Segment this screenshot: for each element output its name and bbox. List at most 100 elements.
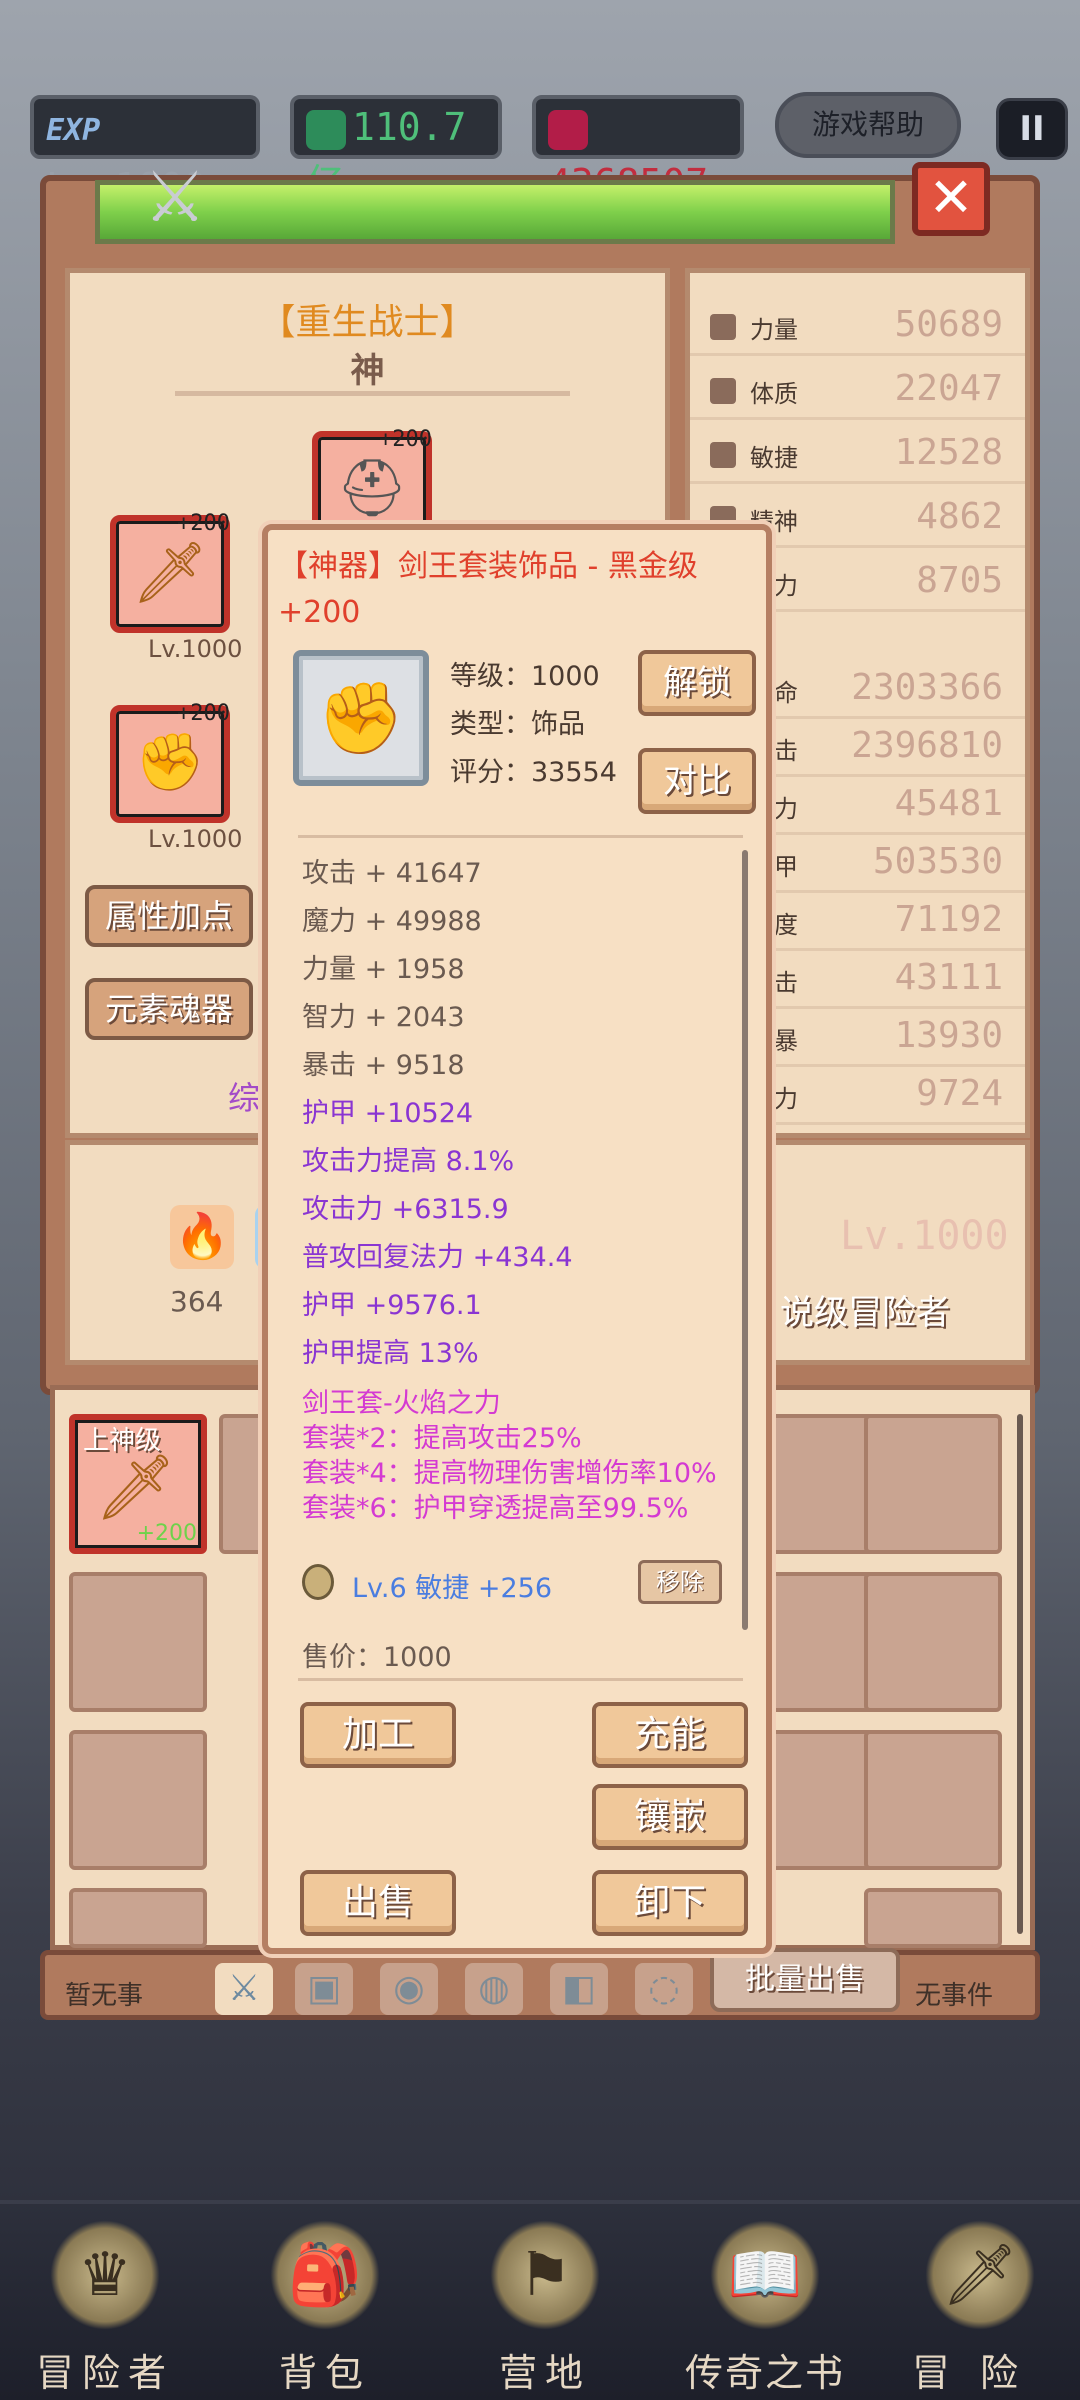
level-pill: EXP Lv.1000: [30, 95, 260, 209]
fire-element-icon[interactable]: 🔥: [170, 1205, 234, 1269]
stat-row: 敏捷 12528: [690, 426, 1025, 484]
set-bonus-block: 剑王套-火焰之力 套装*2：提高攻击25% 套装*4：提高物理伤害增伤率10% …: [302, 1386, 722, 1526]
sell-button[interactable]: 出售: [300, 1870, 456, 1936]
attribute-list[interactable]: 攻击 + 41647 魔力 + 49988 力量 + 1958 智力 + 204…: [302, 850, 722, 1635]
pause-button[interactable]: II: [996, 98, 1068, 160]
extra-attribute: 护甲提高 13%: [302, 1338, 479, 1369]
boot-icon: [710, 442, 736, 468]
item-type: 类型：饰品: [450, 709, 585, 740]
unlock-button[interactable]: 解锁: [638, 650, 756, 716]
base-attribute: 力量 + 1958: [302, 954, 465, 985]
nav-adventurer[interactable]: ♛ 冒险者: [15, 2220, 195, 2395]
strength-icon: [710, 314, 736, 340]
inventory-item-sword[interactable]: 上神级 🗡 +200: [69, 1414, 207, 1554]
set-bonus: 套装*6：护甲穿透提高至99.5%: [302, 1493, 689, 1524]
slot-plus: +200: [177, 511, 230, 536]
stat-value: 43111: [894, 957, 1003, 998]
stat-value: 503530: [872, 841, 1003, 882]
base-attribute: 暴击 + 9518: [302, 1050, 465, 1081]
sword-nav-icon: 🗡: [925, 2220, 1035, 2330]
fire-element-count: 364: [170, 1285, 224, 1318]
charge-button[interactable]: 充能: [592, 1702, 748, 1768]
tab-armor-icon[interactable]: ▣: [295, 1963, 353, 2015]
item-title: 【神器】剑王套装饰品 - 黑金级 +200: [278, 549, 698, 630]
base-attribute: 魔力 + 49988: [302, 906, 482, 937]
camp-banner-icon: ⚑: [490, 2220, 600, 2330]
divider: [298, 835, 743, 838]
set-bonus: 套装*2：提高攻击25%: [302, 1423, 582, 1454]
extra-attribute: 攻击力提高 8.1%: [302, 1146, 515, 1177]
stat-value: 2303366: [851, 667, 1003, 708]
gem-text: Lv.6 敏捷 +256: [352, 1573, 553, 1604]
stat-value: 4862: [916, 496, 1003, 537]
inlay-button[interactable]: 镶嵌: [592, 1784, 748, 1850]
slot-level: Lv.1000: [148, 635, 243, 663]
gem-icon: [302, 1564, 334, 1600]
stat-value: 8705: [916, 560, 1003, 601]
nav-backpack[interactable]: 🎒 背包: [235, 2220, 415, 2395]
stat-value: 22047: [894, 368, 1003, 409]
unequip-button[interactable]: 卸下: [592, 1870, 748, 1936]
stat-value: 45481: [894, 783, 1003, 824]
inventory-slot[interactable]: [864, 1414, 1002, 1554]
equip-slot-gloves[interactable]: +200 ✊: [110, 701, 230, 823]
slot-level: Lv.1000: [148, 825, 243, 853]
divider: [298, 1678, 743, 1681]
nav-label: 冒险: [911, 2351, 1048, 2395]
base-attribute: 攻击 + 41647: [302, 858, 482, 889]
batch-sell-button[interactable]: 批量出售: [710, 1948, 900, 2012]
nav-adventure[interactable]: 🗡 冒险: [890, 2220, 1070, 2395]
heart-icon: [710, 378, 736, 404]
base-attribute: 智力 + 2043: [302, 1002, 465, 1033]
slot-plus: +200: [177, 701, 230, 726]
nav-label: 背包: [278, 2351, 371, 2395]
nav-label: 冒险者: [35, 2351, 174, 2395]
nav-label: 传奇之书: [684, 2351, 845, 2395]
process-button[interactable]: 加工: [300, 1702, 456, 1768]
inventory-scrollbar[interactable]: [1017, 1414, 1023, 1934]
inventory-slot[interactable]: [864, 1730, 1002, 1870]
inventory-slot[interactable]: [864, 1888, 1002, 1948]
inventory-slot[interactable]: [69, 1730, 207, 1870]
gold-pill: 110.7亿: [290, 95, 502, 205]
game-help-button[interactable]: 游戏帮助: [775, 92, 961, 158]
inventory-slot[interactable]: [864, 1572, 1002, 1712]
item-plus-label: +200: [136, 1521, 197, 1546]
item-level: 等级：1000: [450, 661, 600, 692]
set-bonus: 套装*4：提高物理伤害增伤率10%: [302, 1458, 717, 1489]
set-name: 剑王套-火焰之力: [302, 1388, 501, 1419]
element-soul-button[interactable]: 元素魂器: [85, 978, 253, 1040]
sword-icon: 🗡: [95, 1451, 177, 1525]
stat-name: 力量: [750, 316, 798, 344]
inventory-slot[interactable]: [69, 1572, 207, 1712]
stat-value: 13930: [894, 1015, 1003, 1056]
compare-button[interactable]: 对比: [638, 748, 756, 814]
title-divider: [175, 391, 570, 396]
nav-camp[interactable]: ⚑ 营地: [455, 2220, 635, 2395]
exp-badge: EXP: [46, 113, 101, 148]
attribute-scrollbar[interactable]: [742, 850, 748, 1630]
ruby-icon: [548, 109, 588, 150]
close-button[interactable]: ✕: [912, 162, 990, 236]
stat-value: 9724: [916, 1073, 1003, 1114]
slot-plus: +200: [379, 427, 432, 452]
tab-chest-icon[interactable]: ◍: [465, 1963, 523, 2015]
gloves-icon: ✊: [135, 730, 205, 795]
crown-icon: ♛: [50, 2220, 160, 2330]
inventory-slot[interactable]: [69, 1888, 207, 1948]
tab-ring-icon[interactable]: ◌: [635, 1963, 693, 2015]
equip-slot-weapon[interactable]: +200 🗡: [110, 511, 230, 633]
tab-weapon-icon[interactable]: ⚔: [215, 1963, 273, 2015]
tab-helmet-icon[interactable]: ◉: [380, 1963, 438, 2015]
extra-attribute: 护甲 +9576.1: [302, 1290, 482, 1321]
socketed-gem: Lv.6 敏捷 +256 移除: [302, 1552, 722, 1612]
nav-legend-book[interactable]: 📖 传奇之书: [670, 2220, 860, 2395]
stat-name: 敏捷: [750, 444, 798, 472]
remove-gem-button[interactable]: 移除: [638, 1560, 722, 1604]
adventurer-level: Lv.1000: [840, 1213, 1009, 1259]
tab-pants-icon[interactable]: ◧: [550, 1963, 608, 2015]
partial-label: 综: [228, 1079, 261, 1117]
attribute-points-button[interactable]: 属性加点: [85, 885, 253, 947]
gold-gem-icon: [306, 109, 346, 150]
item-score: 评分：33554: [450, 757, 617, 788]
